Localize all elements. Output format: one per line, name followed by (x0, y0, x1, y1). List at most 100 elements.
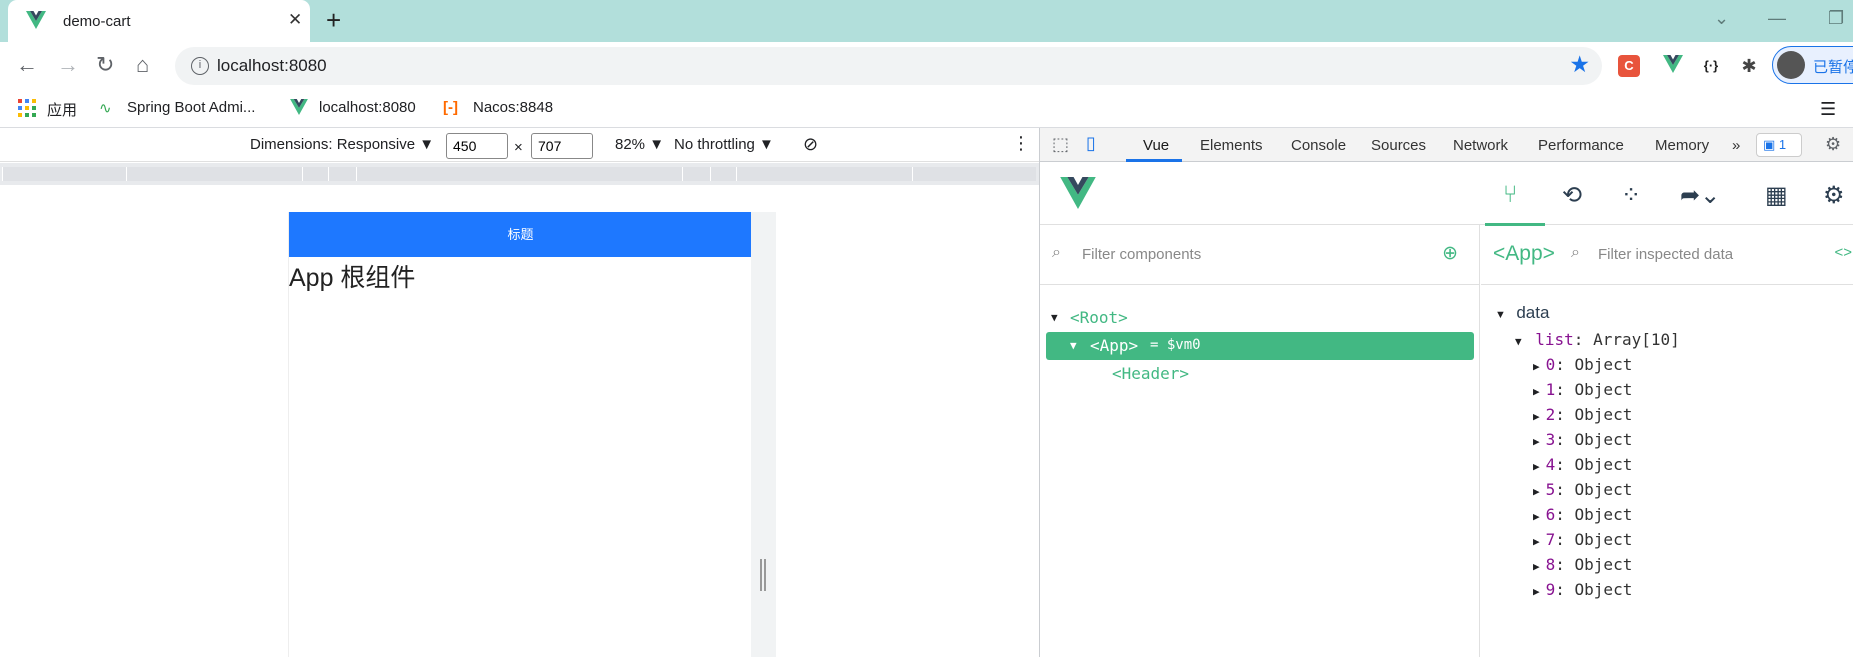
expand-triangle-icon[interactable]: ▶ (1533, 485, 1540, 498)
expand-triangle-icon[interactable]: ▼ (1051, 311, 1058, 324)
list-item[interactable]: ▶ 5: Object (1533, 480, 1632, 499)
expand-triangle-icon[interactable]: ▶ (1533, 360, 1540, 373)
inspector-filter[interactable]: <App> ⌕ Filter inspected data <> (1481, 225, 1853, 285)
rotate-icon[interactable]: ⊘ (803, 134, 818, 155)
bookmark-spring-boot-admin[interactable]: Spring Boot Admi... (127, 99, 255, 116)
expand-triangle-icon[interactable]: ▶ (1533, 585, 1540, 598)
resize-gutter (751, 212, 776, 657)
search-icon: ⌕ (1571, 244, 1580, 261)
bookmark-localhost[interactable]: localhost:8080 (319, 99, 416, 116)
tab-search-icon[interactable]: ⌄ (1714, 8, 1729, 29)
bookmark-nacos[interactable]: Nacos:8848 (473, 99, 553, 116)
tab-memory[interactable]: Memory (1655, 137, 1709, 154)
site-info-icon[interactable]: i (191, 57, 209, 75)
address-bar[interactable]: i localhost:8080 ★ (175, 47, 1602, 85)
tab-sources[interactable]: Sources (1371, 137, 1426, 154)
browser-tab[interactable]: demo-cart ✕ (8, 0, 310, 42)
tab-network[interactable]: Network (1453, 137, 1508, 154)
new-tab-icon[interactable]: + (326, 5, 341, 36)
tab-vue[interactable]: Vue (1143, 137, 1169, 154)
apps-grid-icon[interactable] (18, 99, 36, 121)
tab-elements[interactable]: Elements (1200, 137, 1263, 154)
expand-triangle-icon[interactable]: ▶ (1533, 535, 1540, 548)
list-item[interactable]: ▶ 1: Object (1533, 380, 1632, 399)
tab-performance[interactable]: Performance (1538, 137, 1624, 154)
width-input[interactable] (446, 133, 508, 159)
list-item[interactable]: ▶ 7: Object (1533, 530, 1632, 549)
nacos-icon: [-] (443, 99, 458, 116)
item-value: Object (1574, 430, 1633, 449)
vue-devtools-header: ⑂ ⟲ ⁘ ➦⌄ ▦ ⚙ (1040, 163, 1853, 226)
tree-node-header[interactable]: <Header> (1046, 360, 1474, 388)
throttling-dropdown[interactable]: No throttling ▼ (674, 136, 774, 153)
list-item[interactable]: ▶ 3: Object (1533, 430, 1632, 449)
expand-triangle-icon[interactable]: ▶ (1533, 435, 1540, 448)
profile-button[interactable]: 已暂停 (1772, 46, 1853, 84)
expand-triangle-icon[interactable]: ▶ (1533, 460, 1540, 473)
item-key: 8 (1545, 555, 1556, 574)
extension-c-icon[interactable]: C (1618, 55, 1640, 77)
bookmark-apps[interactable]: 应用 (47, 99, 77, 120)
list-item[interactable]: ▶ 9: Object (1533, 580, 1632, 599)
filter-components-placeholder[interactable]: Filter components (1082, 246, 1201, 263)
bookmark-star-icon[interactable]: ★ (1569, 51, 1590, 78)
item-value: Object (1574, 555, 1633, 574)
list-item[interactable]: ▶ 0: Object (1533, 355, 1632, 374)
more-tabs-icon[interactable]: » (1732, 137, 1740, 154)
json-extension-icon[interactable]: {·} (1700, 55, 1722, 77)
restore-icon[interactable]: ❐ (1828, 8, 1844, 29)
tab-console[interactable]: Console (1291, 137, 1346, 154)
select-component-target-icon[interactable]: ⊕ (1442, 242, 1458, 265)
data-section[interactable]: ▼ data (1495, 303, 1549, 323)
expand-triangle-icon[interactable]: ▶ (1533, 560, 1540, 573)
forward-icon[interactable]: → (57, 52, 79, 78)
bookmarks-bar: 应用 ∿ Spring Boot Admi... localhost:8080 … (0, 90, 1853, 128)
open-in-editor-icon[interactable]: <> (1834, 244, 1852, 261)
list-item[interactable]: ▶ 6: Object (1533, 505, 1632, 524)
list-item[interactable]: ▶ 4: Object (1533, 455, 1632, 474)
inspect-element-icon[interactable]: ⬚ (1052, 134, 1069, 155)
filter-data-placeholder[interactable]: Filter inspected data (1598, 246, 1733, 263)
resize-handle[interactable] (760, 559, 766, 591)
expand-triangle-icon[interactable]: ▼ (1070, 339, 1077, 352)
vue-devtools-extension-icon[interactable] (1662, 55, 1684, 77)
item-key: 2 (1545, 405, 1556, 424)
list-item[interactable]: ▶ 8: Object (1533, 555, 1632, 574)
expand-triangle-icon[interactable]: ▼ (1495, 309, 1506, 321)
browser-toolbar: ← → ↻ ⌂ i localhost:8080 ★ C {·} ✱ 已暂停 (0, 42, 1853, 90)
components-icon[interactable]: ⑂ (1503, 181, 1517, 209)
minimize-icon[interactable]: — (1768, 8, 1786, 29)
components-pane: ⌕ Filter components ⊕ ▼ <Root> ▼ <App> =… (1040, 225, 1480, 657)
media-query-ruler[interactable] (0, 163, 1039, 185)
tree-node-root[interactable]: ▼ <Root> (1046, 304, 1474, 332)
tree-node-app[interactable]: ▼ <App> = $vm0 (1046, 332, 1474, 360)
dimensions-dropdown[interactable]: Dimensions: Responsive ▼ (250, 136, 434, 153)
reading-list-icon[interactable]: ☰ (1820, 99, 1836, 120)
home-icon[interactable]: ⌂ (136, 52, 149, 78)
back-icon[interactable]: ← (16, 52, 38, 78)
vue-settings-icon[interactable]: ⚙ (1823, 181, 1845, 210)
issues-badge[interactable]: ▣ 1 (1756, 133, 1802, 157)
expand-triangle-icon[interactable]: ▼ (1515, 335, 1522, 348)
routing-icon[interactable]: ➦⌄ (1680, 181, 1720, 210)
zoom-dropdown[interactable]: 82% ▼ (615, 136, 664, 153)
extensions-puzzle-icon[interactable]: ✱ (1738, 55, 1760, 77)
component-filter[interactable]: ⌕ Filter components ⊕ (1040, 225, 1480, 285)
list-property[interactable]: ▼ list: Array[10] (1515, 330, 1680, 349)
close-tab-icon[interactable]: ✕ (288, 10, 302, 30)
list-item[interactable]: ▶ 2: Object (1533, 405, 1632, 424)
vuex-icon[interactable]: ⁘ (1621, 181, 1641, 210)
reload-icon[interactable]: ↻ (96, 52, 114, 78)
expand-triangle-icon[interactable]: ▶ (1533, 510, 1540, 523)
more-options-icon[interactable]: ⋮ (1012, 133, 1030, 154)
item-value: Object (1574, 405, 1633, 424)
profile-status: 已暂停 (1813, 59, 1853, 76)
settings-gear-icon[interactable]: ⚙ (1825, 134, 1841, 155)
performance-chart-icon[interactable]: ▦ (1765, 181, 1788, 210)
height-input[interactable] (531, 133, 593, 159)
expand-triangle-icon[interactable]: ▶ (1533, 385, 1540, 398)
device-toggle-icon[interactable]: ▯ (1086, 133, 1096, 154)
expand-triangle-icon[interactable]: ▶ (1533, 410, 1540, 423)
search-icon: ⌕ (1052, 244, 1061, 261)
timeline-history-icon[interactable]: ⟲ (1562, 181, 1582, 210)
